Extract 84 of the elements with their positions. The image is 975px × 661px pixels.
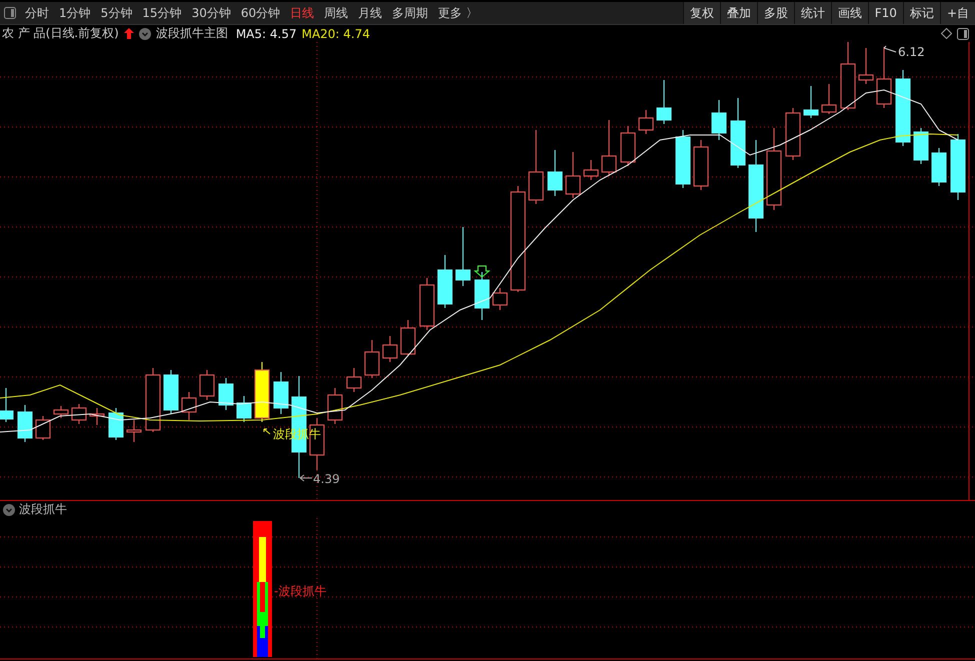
candlestick — [584, 160, 598, 180]
candlestick — [492, 288, 508, 310]
candlestick — [146, 368, 160, 432]
signal-label: -波段抓牛 — [274, 584, 326, 598]
toolbar-button[interactable]: 多股 — [756, 2, 794, 24]
stock-name: 农 产 品(日线.前复权) — [2, 25, 119, 42]
candlestick — [438, 254, 452, 308]
candlestick — [0, 388, 14, 422]
period-tab[interactable]: 1分钟 — [54, 2, 96, 24]
candlestick — [364, 340, 380, 378]
candlestick — [456, 226, 470, 286]
candlestick — [950, 134, 966, 200]
candlestick — [602, 120, 616, 176]
panel-toggle-icon[interactable] — [4, 7, 16, 19]
candlestick — [420, 278, 434, 330]
candlestick — [638, 110, 654, 134]
candlestick — [656, 80, 672, 124]
period-tab[interactable]: 分时 — [20, 2, 54, 24]
candlestick — [840, 42, 856, 110]
candlestick — [914, 128, 928, 164]
toolbar-button[interactable]: 画线 — [830, 2, 868, 24]
toolbar-button[interactable]: 复权 — [682, 2, 720, 24]
panel-toggle-icon[interactable] — [957, 28, 969, 40]
candlestick — [676, 130, 690, 188]
candlestick — [200, 370, 214, 400]
candlestick — [620, 126, 636, 166]
candlestick — [218, 378, 234, 410]
candlestick — [822, 84, 836, 114]
leader-line — [884, 46, 896, 52]
toolbar-button[interactable]: F10 — [868, 2, 903, 24]
candlestick — [730, 98, 746, 168]
candlestick — [694, 140, 708, 190]
candlestick — [18, 404, 32, 442]
candlestick — [236, 396, 252, 422]
candlestick — [346, 368, 362, 392]
candlestick — [566, 152, 580, 198]
period-tab[interactable]: 更多 〉 — [433, 2, 483, 24]
candlestick — [164, 370, 178, 414]
leader-line — [264, 428, 270, 434]
toolbar-button[interactable]: 叠加 — [720, 2, 757, 24]
candlestick — [804, 86, 818, 118]
period-tab[interactable]: 5分钟 — [96, 2, 138, 24]
candlestick — [310, 418, 324, 470]
candlestick — [126, 420, 142, 442]
candlestick — [858, 48, 874, 84]
leader-line — [300, 474, 312, 482]
arrow-down-icon — [474, 266, 490, 278]
candlestick — [932, 148, 946, 186]
candlestick — [182, 392, 196, 420]
candlestick — [328, 388, 342, 424]
period-tab[interactable]: 周线 — [319, 2, 354, 24]
candlestick — [274, 372, 288, 414]
period-tab[interactable]: 多周期 — [387, 2, 434, 24]
candlestick — [474, 272, 490, 320]
candlestick — [54, 406, 68, 418]
toolbar-button[interactable]: 标记 — [902, 2, 940, 24]
period-tab[interactable]: 30分钟 — [186, 2, 236, 24]
candlestick — [712, 100, 726, 140]
candlestick — [72, 404, 86, 424]
panel-title: 波段抓牛 — [19, 501, 67, 518]
toolbar-button[interactable]: 统计 — [794, 2, 831, 24]
candlestick — [786, 108, 800, 160]
high-price-label: 6.12 — [898, 45, 925, 59]
candlestick — [876, 46, 892, 108]
candlestick — [36, 416, 50, 440]
period-tab[interactable]: 月线 — [353, 2, 388, 24]
candlestick — [400, 320, 416, 356]
period-tab[interactable]: 15分钟 — [137, 2, 187, 24]
up-arrow-icon — [124, 28, 134, 39]
candlestick — [108, 408, 124, 440]
candlestick — [548, 150, 562, 196]
candlestick — [90, 408, 104, 426]
chevron-down-icon[interactable] — [138, 28, 151, 40]
low-price-label: 4.39 — [313, 472, 340, 486]
diamond-icon[interactable] — [941, 28, 952, 39]
indicator-name: 波段抓牛主图 — [156, 25, 228, 42]
period-tab[interactable]: 60分钟 — [236, 2, 286, 24]
chevron-down-icon[interactable] — [3, 504, 15, 516]
candlestick — [382, 336, 398, 362]
period-tab[interactable]: 日线 — [285, 2, 320, 24]
toolbar-button[interactable]: +自 — [940, 2, 975, 24]
candlestick — [254, 362, 270, 422]
ma20-value: MA20: 4.74 — [302, 26, 370, 40]
ma5-value: MA5: 4.57 — [236, 26, 297, 40]
